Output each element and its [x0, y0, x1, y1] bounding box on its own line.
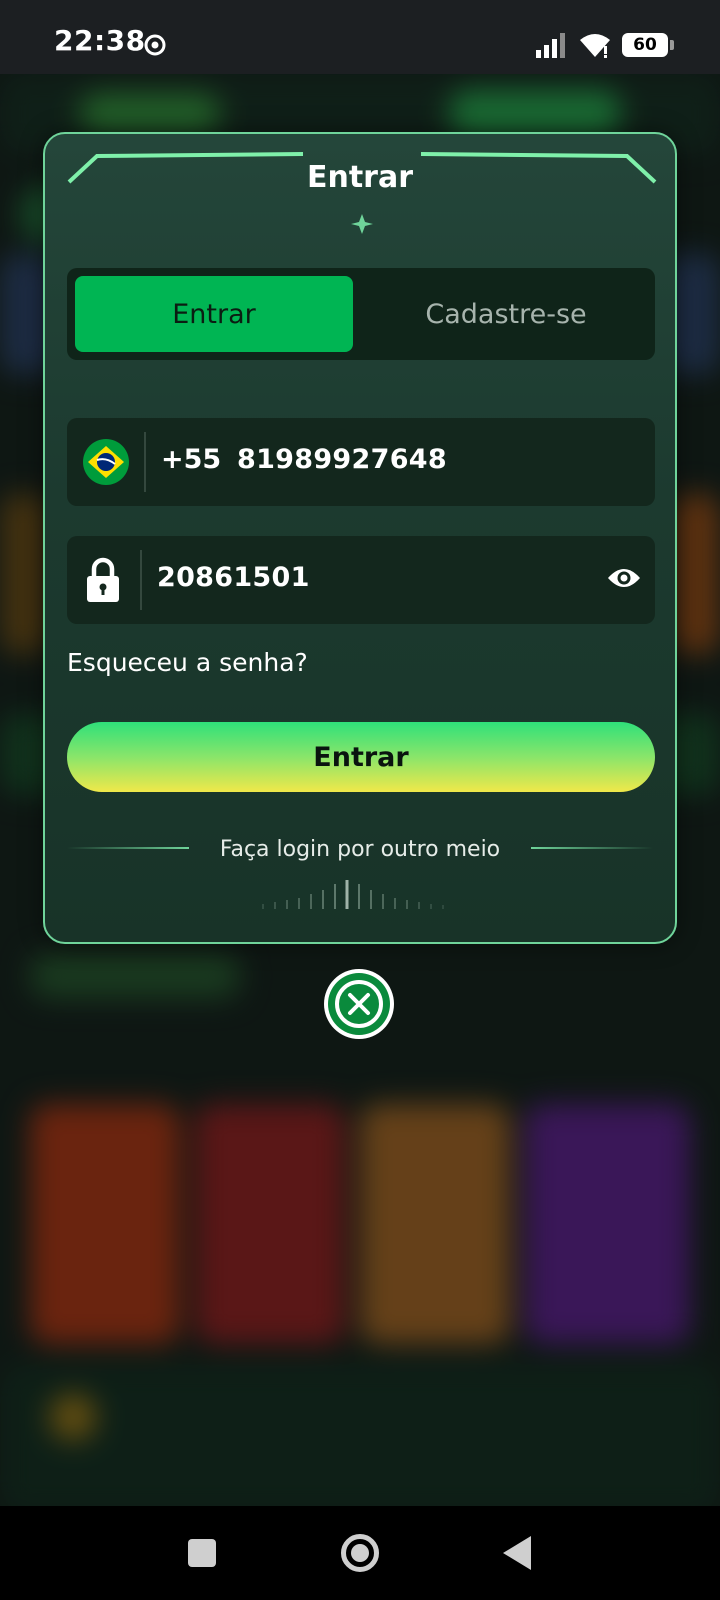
phone-field[interactable]: +55 81989927648 [67, 418, 655, 506]
alt-login-line-left [67, 847, 189, 849]
title-divider [95, 214, 629, 234]
recents-icon[interactable] [188, 1539, 216, 1567]
status-bar: 22:38 60 [0, 0, 720, 74]
modal-title: Entrar [306, 160, 414, 195]
lock-icon [87, 557, 119, 602]
auth-tabs: Entrar Cadastre-se [67, 268, 655, 360]
battery-level: 60 [633, 35, 657, 55]
battery-icon: 60 [622, 33, 674, 57]
wifi-icon [580, 34, 610, 58]
brazil-flag-icon[interactable] [83, 439, 129, 485]
tab-register[interactable]: Cadastre-se [367, 276, 645, 352]
dial-code[interactable]: +55 [161, 444, 221, 475]
login-submit-button[interactable]: Entrar [67, 722, 655, 792]
eye-icon[interactable] [607, 564, 641, 592]
signal-icon [536, 33, 565, 58]
login-modal: Entrar Entrar Cadastre-se +55 8198992764… [43, 132, 677, 944]
system-nav-bar [0, 1506, 720, 1600]
back-icon[interactable] [503, 1536, 531, 1570]
alt-login-line-right [531, 847, 653, 849]
status-icons: 60 [536, 30, 674, 60]
scroll-indicator [262, 880, 444, 909]
password-input[interactable]: 20861501 [157, 562, 310, 593]
password-field[interactable]: 20861501 [67, 536, 655, 624]
close-icon[interactable] [323, 968, 395, 1040]
phone-input[interactable]: 81989927648 [237, 444, 447, 475]
status-time: 22:38 [54, 24, 146, 57]
field-separator [140, 550, 142, 610]
chrome-icon [144, 34, 166, 56]
forgot-password-link[interactable]: Esqueceu a senha? [67, 648, 308, 677]
tab-login[interactable]: Entrar [75, 276, 353, 352]
alt-login-label: Faça login por outro meio [219, 836, 501, 862]
home-icon[interactable] [341, 1534, 379, 1572]
alt-login-divider: Faça login por outro meio [45, 834, 675, 864]
field-separator [144, 432, 146, 492]
